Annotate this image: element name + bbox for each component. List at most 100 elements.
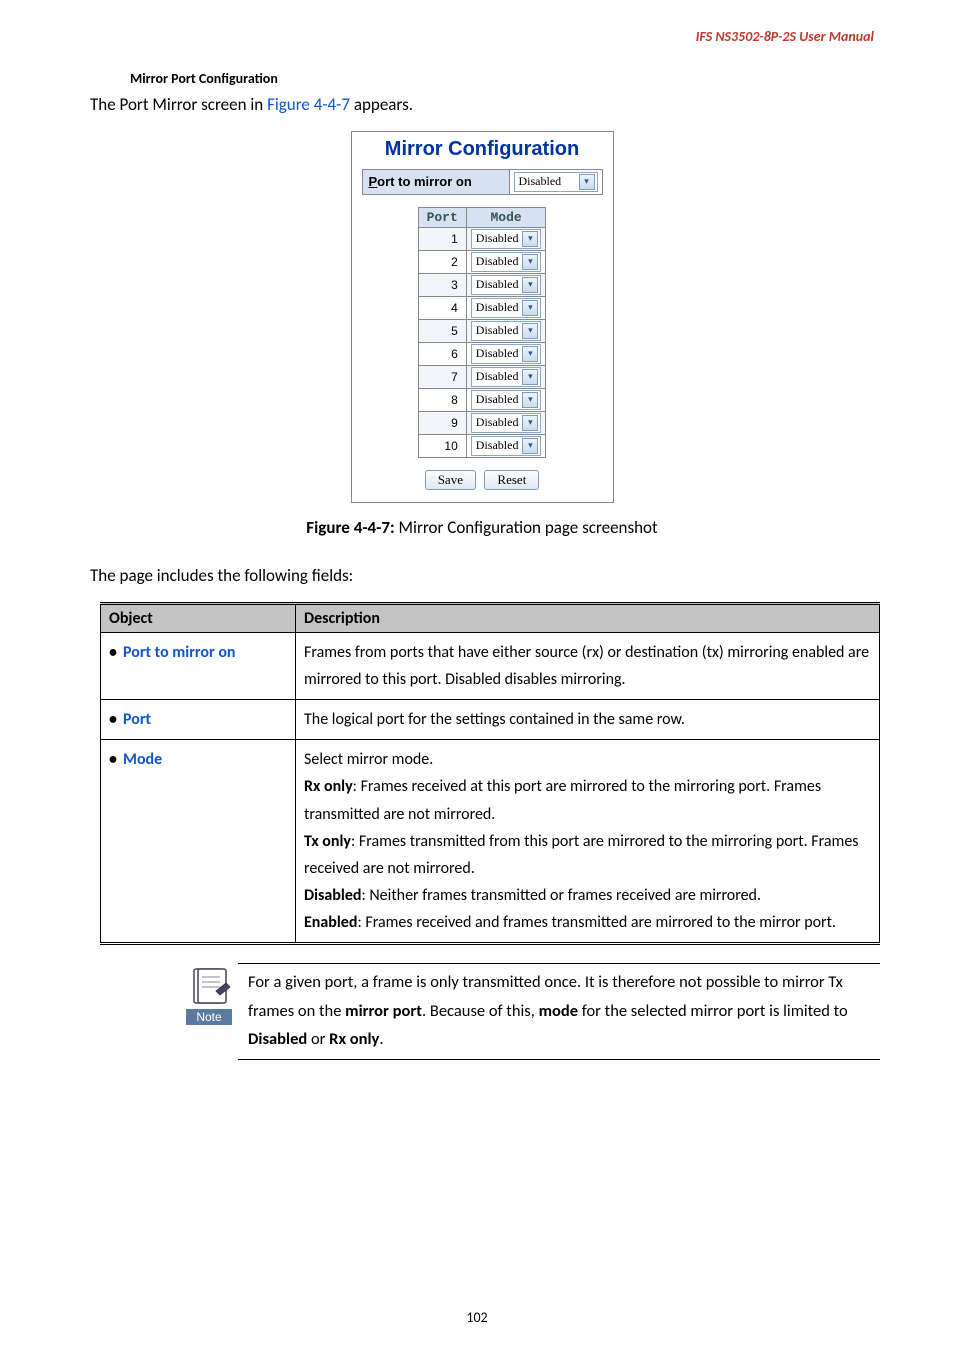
table-row: 7 Disabled▾	[418, 365, 546, 388]
table-row: 1 Disabled▾	[418, 227, 546, 250]
mode-select[interactable]: Disabled▾	[471, 436, 542, 456]
mode-select[interactable]: Disabled▾	[471, 367, 542, 387]
table-row: 8 Disabled▾	[418, 388, 546, 411]
save-button[interactable]: Save	[425, 470, 476, 490]
note-b1: mirror port	[345, 1001, 422, 1021]
port-cell: 9	[418, 411, 466, 434]
port-cell: 2	[418, 250, 466, 273]
mode-value: Disabled	[476, 277, 519, 292]
mode-rx-text: : Frames received at this port are mirro…	[304, 777, 821, 823]
note-b4: Rx only	[329, 1029, 379, 1049]
obj-th-object: Object	[101, 603, 296, 632]
mode-select[interactable]: Disabled▾	[471, 229, 542, 249]
mode-enabled-text: : Frames received and frames transmitted…	[357, 913, 836, 932]
table-row: 9 Disabled▾	[418, 411, 546, 434]
table-row: •Port The logical port for the settings …	[101, 699, 880, 739]
port-to-mirror-value: Disabled	[519, 174, 575, 189]
mode-disabled-text: : Neither frames transmitted or frames r…	[361, 886, 761, 905]
page-number: 102	[0, 1309, 954, 1326]
note-b2: mode	[539, 1001, 578, 1021]
mode-select[interactable]: Disabled▾	[471, 390, 542, 410]
note-b3: Disabled	[248, 1029, 307, 1049]
port-cell: 3	[418, 273, 466, 296]
mode-tx-label: Tx only	[304, 832, 351, 851]
mode-table: Port Mode 1 Disabled▾ 2 Disabled▾ 3 Disa…	[418, 207, 547, 458]
table-row: 3 Disabled▾	[418, 273, 546, 296]
port-cell: 10	[418, 434, 466, 457]
chevron-down-icon: ▾	[522, 415, 538, 431]
note-t4: or	[307, 1029, 329, 1049]
chevron-down-icon: ▾	[522, 231, 538, 247]
figure-caption: Figure 4-4-7: Mirror Configuration page …	[90, 517, 874, 538]
port-cell: 5	[418, 319, 466, 342]
mode-value: Disabled	[476, 392, 519, 407]
mode-value: Disabled	[476, 438, 519, 453]
mode-value: Disabled	[476, 300, 519, 315]
fields-intro: The page includes the following fields:	[90, 564, 874, 588]
mode-enabled-label: Enabled	[304, 913, 357, 932]
chevron-down-icon: ▾	[522, 369, 538, 385]
chevron-down-icon: ▾	[579, 174, 595, 190]
mode-value: Disabled	[476, 369, 519, 384]
chevron-down-icon: ▾	[522, 392, 538, 408]
chevron-down-icon: ▾	[522, 346, 538, 362]
note-icon	[186, 963, 232, 1009]
reset-button[interactable]: Reset	[484, 470, 539, 490]
mode-disabled-label: Disabled	[304, 886, 361, 905]
port-cell: 7	[418, 365, 466, 388]
chevron-down-icon: ▾	[522, 323, 538, 339]
port-to-mirror-accel: P	[369, 174, 378, 189]
chevron-down-icon: ▾	[522, 300, 538, 316]
obj-label: Mode	[123, 750, 162, 769]
mode-select[interactable]: Disabled▾	[471, 344, 542, 364]
mode-select[interactable]: Disabled▾	[471, 321, 542, 341]
obj-label: Port to mirror on	[123, 643, 236, 662]
figure-caption-rest: Mirror Configuration page screenshot	[395, 517, 658, 538]
table-row: 4 Disabled▾	[418, 296, 546, 319]
table-row: •Port to mirror on Frames from ports tha…	[101, 632, 880, 699]
mode-value: Disabled	[476, 323, 519, 338]
mode-select[interactable]: Disabled▾	[471, 275, 542, 295]
note-label: Note	[186, 1009, 232, 1025]
mode-select[interactable]: Disabled▾	[471, 413, 542, 433]
table-row: 6 Disabled▾	[418, 342, 546, 365]
port-to-mirror-label: Port to mirror on	[363, 170, 510, 194]
section-heading: Mirror Port Configuration	[130, 70, 874, 87]
chevron-down-icon: ▾	[522, 438, 538, 454]
mode-select[interactable]: Disabled▾	[471, 252, 542, 272]
mode-value: Disabled	[476, 254, 519, 269]
port-cell: 6	[418, 342, 466, 365]
obj-name-port: •Port	[101, 699, 296, 739]
obj-th-description: Description	[296, 603, 880, 632]
figure-link[interactable]: Figure 4-4-7	[267, 94, 350, 115]
table-row: 5 Disabled▾	[418, 319, 546, 342]
mode-rx-label: Rx only	[304, 777, 353, 796]
obj-desc: Frames from ports that have either sourc…	[296, 632, 880, 699]
mirror-config-panel: Mirror Configuration Port to mirror on D…	[351, 131, 614, 503]
note-icon-wrap: Note	[180, 963, 238, 1059]
table-row: 10 Disabled▾	[418, 434, 546, 457]
port-to-mirror-row: Port to mirror on Disabled ▾	[362, 169, 603, 195]
intro-pre: The Port Mirror screen in	[90, 94, 267, 115]
port-cell: 1	[418, 227, 466, 250]
port-to-mirror-label-rest: ort to mirror on	[377, 174, 472, 189]
port-cell: 8	[418, 388, 466, 411]
mode-line1: Select mirror mode.	[304, 750, 433, 769]
chevron-down-icon: ▾	[522, 277, 538, 293]
port-to-mirror-select[interactable]: Disabled ▾	[514, 172, 598, 192]
mode-table-th-mode: Mode	[466, 207, 546, 227]
note-t2: . Because of this,	[422, 1001, 539, 1021]
mode-value: Disabled	[476, 231, 519, 246]
mirror-panel-title: Mirror Configuration	[362, 138, 603, 161]
note-block: Note For a given port, a frame is only t…	[180, 963, 880, 1059]
intro-post: appears.	[350, 94, 413, 115]
table-row: 2 Disabled▾	[418, 250, 546, 273]
figure-caption-bold: Figure 4-4-7:	[306, 517, 394, 538]
table-row: •Mode Select mirror mode. Rx only: Frame…	[101, 740, 880, 944]
mode-select[interactable]: Disabled▾	[471, 298, 542, 318]
doc-header: IFS NS3502-8P-2S User Manual	[696, 28, 874, 45]
obj-label: Port	[123, 710, 151, 729]
obj-desc-mode: Select mirror mode. Rx only: Frames rece…	[296, 740, 880, 944]
port-cell: 4	[418, 296, 466, 319]
obj-desc: The logical port for the settings contai…	[296, 699, 880, 739]
